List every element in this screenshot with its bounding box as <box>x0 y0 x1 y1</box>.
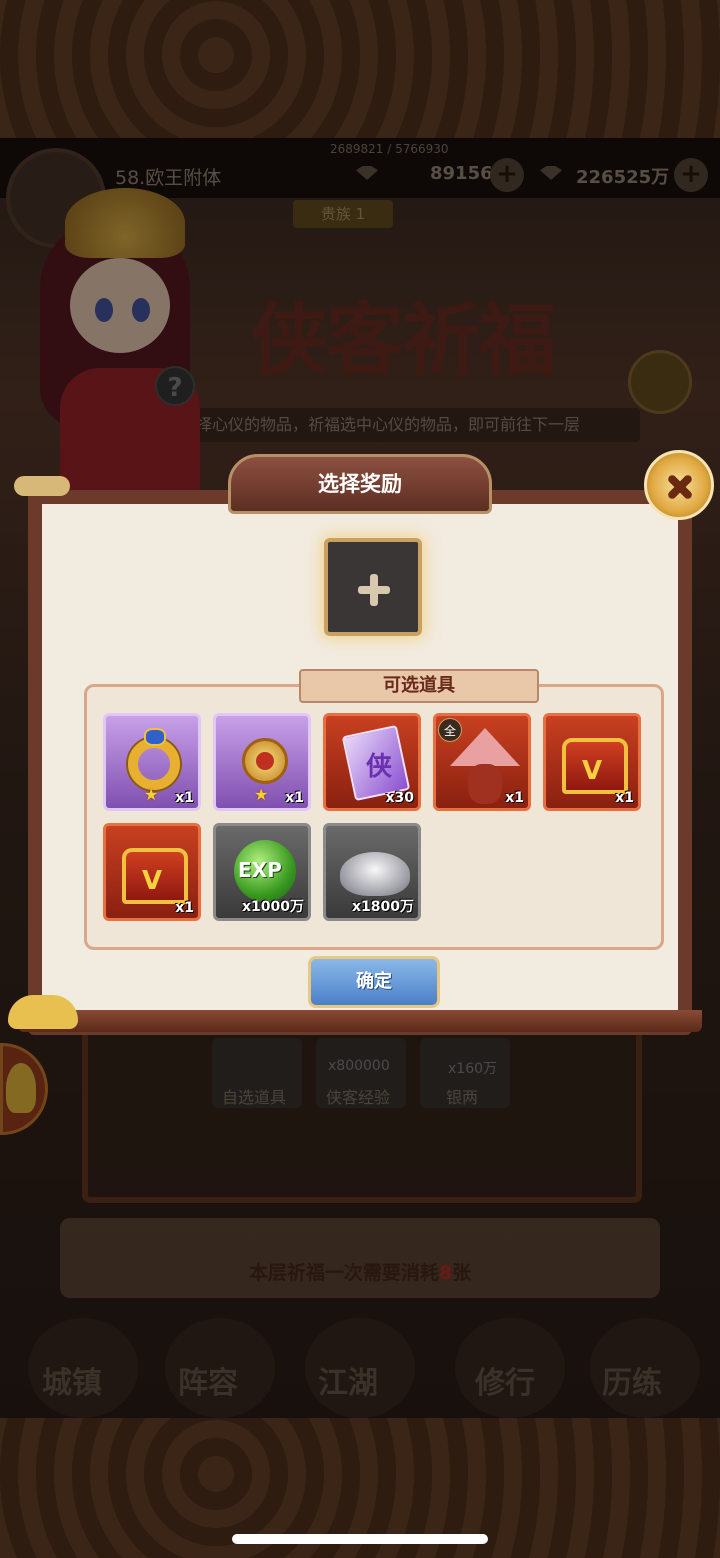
item-count: x1000万 <box>242 899 304 915</box>
dialog-wing-left <box>14 476 70 496</box>
item-chest[interactable]: V x1 <box>103 823 201 921</box>
scroll-glyph: 侠 <box>366 752 393 782</box>
item-scroll[interactable]: 侠 x30 <box>323 713 421 811</box>
dialog-body: 可选道具 ★ x1 ★ x1 侠 x30 全 x1 V x1 V x1 EXP … <box>42 504 678 1014</box>
item-exp-orb[interactable]: EXP x1000万 <box>213 823 311 921</box>
item-count: x1 <box>615 790 634 806</box>
silver-ingot-icon <box>340 852 410 896</box>
close-icon[interactable] <box>644 450 714 520</box>
home-indicator[interactable] <box>232 1534 488 1544</box>
item-count: x1800万 <box>352 899 414 915</box>
item-count: x30 <box>385 790 414 806</box>
items-label: 可选道具 <box>299 669 539 703</box>
star-icon: ★ <box>144 785 159 804</box>
item-count: x1 <box>175 900 194 916</box>
items-panel: 可选道具 ★ x1 ★ x1 侠 x30 全 x1 V x1 V x1 EXP … <box>84 669 664 950</box>
item-silver-ingot[interactable]: x1800万 <box>323 823 421 921</box>
cloud-decoration <box>8 995 78 1029</box>
item-chest[interactable]: V x1 <box>543 713 641 811</box>
dialog-foot <box>18 1010 702 1032</box>
letterbox-top <box>0 0 720 138</box>
star-icon: ★ <box>254 785 269 804</box>
dialog-title: 选择奖励 <box>228 454 492 514</box>
item-pendant[interactable]: ★ x1 <box>213 713 311 811</box>
item-count: x1 <box>505 790 524 806</box>
all-badge: 全 <box>438 718 462 742</box>
item-count: x1 <box>175 790 194 806</box>
item-hero-card[interactable]: 全 x1 <box>433 713 531 811</box>
exp-label: EXP <box>238 858 282 882</box>
item-count: x1 <box>285 790 304 806</box>
confirm-button[interactable]: 确定 <box>308 956 440 1008</box>
select-reward-dialog: 可选道具 ★ x1 ★ x1 侠 x30 全 x1 V x1 V x1 EXP … <box>14 450 714 1035</box>
item-ring[interactable]: ★ x1 <box>103 713 201 811</box>
selected-reward-slot[interactable] <box>324 538 422 636</box>
